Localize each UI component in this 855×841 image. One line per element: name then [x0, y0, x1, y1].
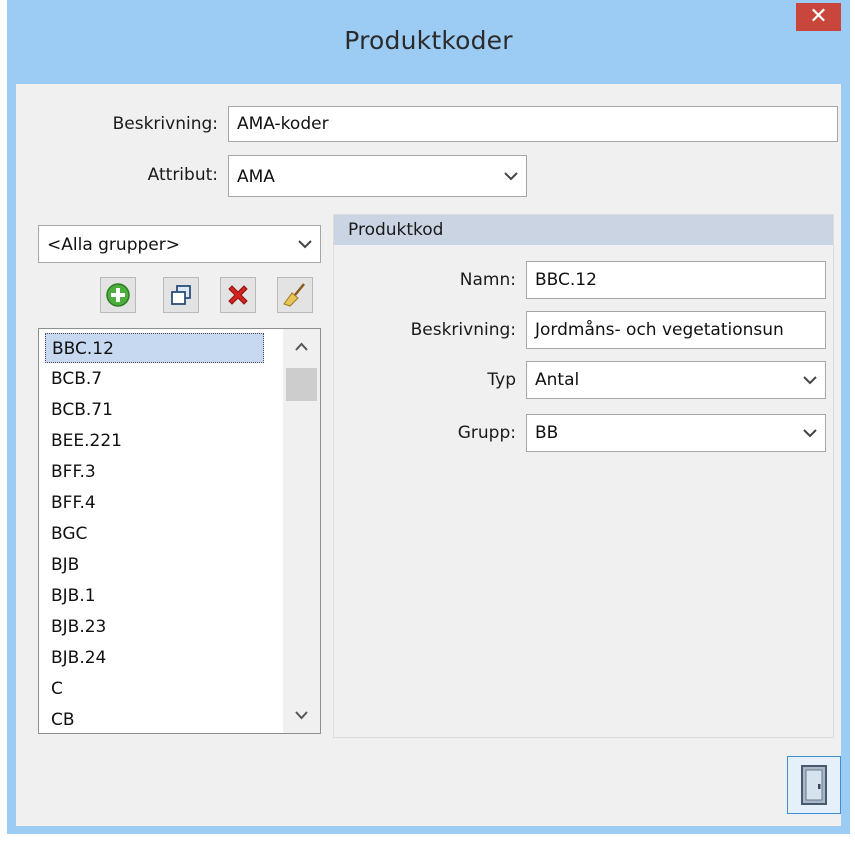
list-scrollbar[interactable] — [283, 329, 320, 733]
detail-description-field[interactable]: Jordmåns- och vegetationsun — [526, 311, 826, 349]
delete-icon — [228, 285, 248, 305]
attribute-label: Attribut: — [147, 165, 218, 185]
close-icon: ✕ — [809, 4, 828, 29]
list-item[interactable]: BEE.221 — [51, 426, 122, 456]
list-item[interactable]: BBC.12 — [45, 333, 264, 363]
name-label: Namn: — [459, 270, 516, 290]
description-field[interactable]: AMA-koder — [228, 106, 838, 142]
broom-icon — [283, 283, 305, 307]
list-item[interactable]: BCB.71 — [51, 395, 113, 425]
delete-button[interactable] — [220, 277, 256, 313]
list-item[interactable]: BJB — [51, 550, 79, 580]
attribute-value: AMA — [237, 167, 275, 187]
chevron-down-icon — [504, 172, 518, 181]
list-item[interactable]: BJB.23 — [51, 612, 106, 642]
list-item[interactable]: BFF.3 — [51, 457, 96, 487]
type-value: Antal — [535, 370, 580, 390]
detail-description-label: Beskrivning: — [410, 320, 516, 340]
list-item[interactable]: C — [51, 674, 63, 704]
code-list[interactable]: BBC.12 BCB.7 BCB.71 BEE.221 BFF.3 BFF.4 … — [38, 328, 321, 734]
clear-button[interactable] — [277, 277, 313, 313]
chevron-down-icon — [803, 429, 817, 438]
name-field[interactable]: BBC.12 — [526, 261, 826, 299]
list-item[interactable]: BJB.24 — [51, 643, 106, 673]
list-item[interactable]: BCB.7 — [51, 364, 102, 394]
list-item[interactable]: BGC — [51, 519, 87, 549]
list-item[interactable]: BFF.4 — [51, 488, 96, 518]
copy-button[interactable] — [163, 277, 199, 313]
window-title: Produktkoder — [344, 26, 513, 55]
group-filter-select[interactable]: <Alla grupper> — [38, 225, 321, 263]
description-label: Beskrivning: — [112, 114, 218, 134]
chevron-down-icon — [298, 240, 312, 249]
close-button[interactable]: ✕ — [796, 3, 841, 31]
copy-icon — [171, 285, 191, 305]
scroll-thumb[interactable] — [286, 368, 317, 401]
list-item[interactable]: BJB.1 — [51, 581, 96, 611]
exit-button[interactable] — [787, 756, 841, 814]
door-exit-icon — [801, 765, 827, 805]
group-select[interactable]: BB — [526, 414, 826, 452]
add-button[interactable] — [100, 277, 136, 313]
scroll-down-button[interactable] — [283, 699, 320, 733]
type-select[interactable]: Antal — [526, 361, 826, 399]
scroll-up-button[interactable] — [283, 329, 320, 363]
chevron-down-icon — [803, 376, 817, 385]
chevron-up-icon — [295, 342, 308, 351]
title-bar[interactable]: Produktkoder ✕ — [7, 0, 850, 84]
group-value: BB — [535, 423, 559, 443]
type-label: Typ — [487, 370, 516, 390]
group-label: Grupp: — [457, 423, 516, 443]
panel-header: Produktkod — [334, 215, 833, 245]
add-icon — [106, 283, 130, 307]
group-filter-value: <Alla grupper> — [47, 235, 180, 255]
list-item[interactable]: CB — [51, 705, 75, 733]
chevron-down-icon — [295, 711, 308, 720]
attribute-select[interactable]: AMA — [228, 155, 527, 197]
